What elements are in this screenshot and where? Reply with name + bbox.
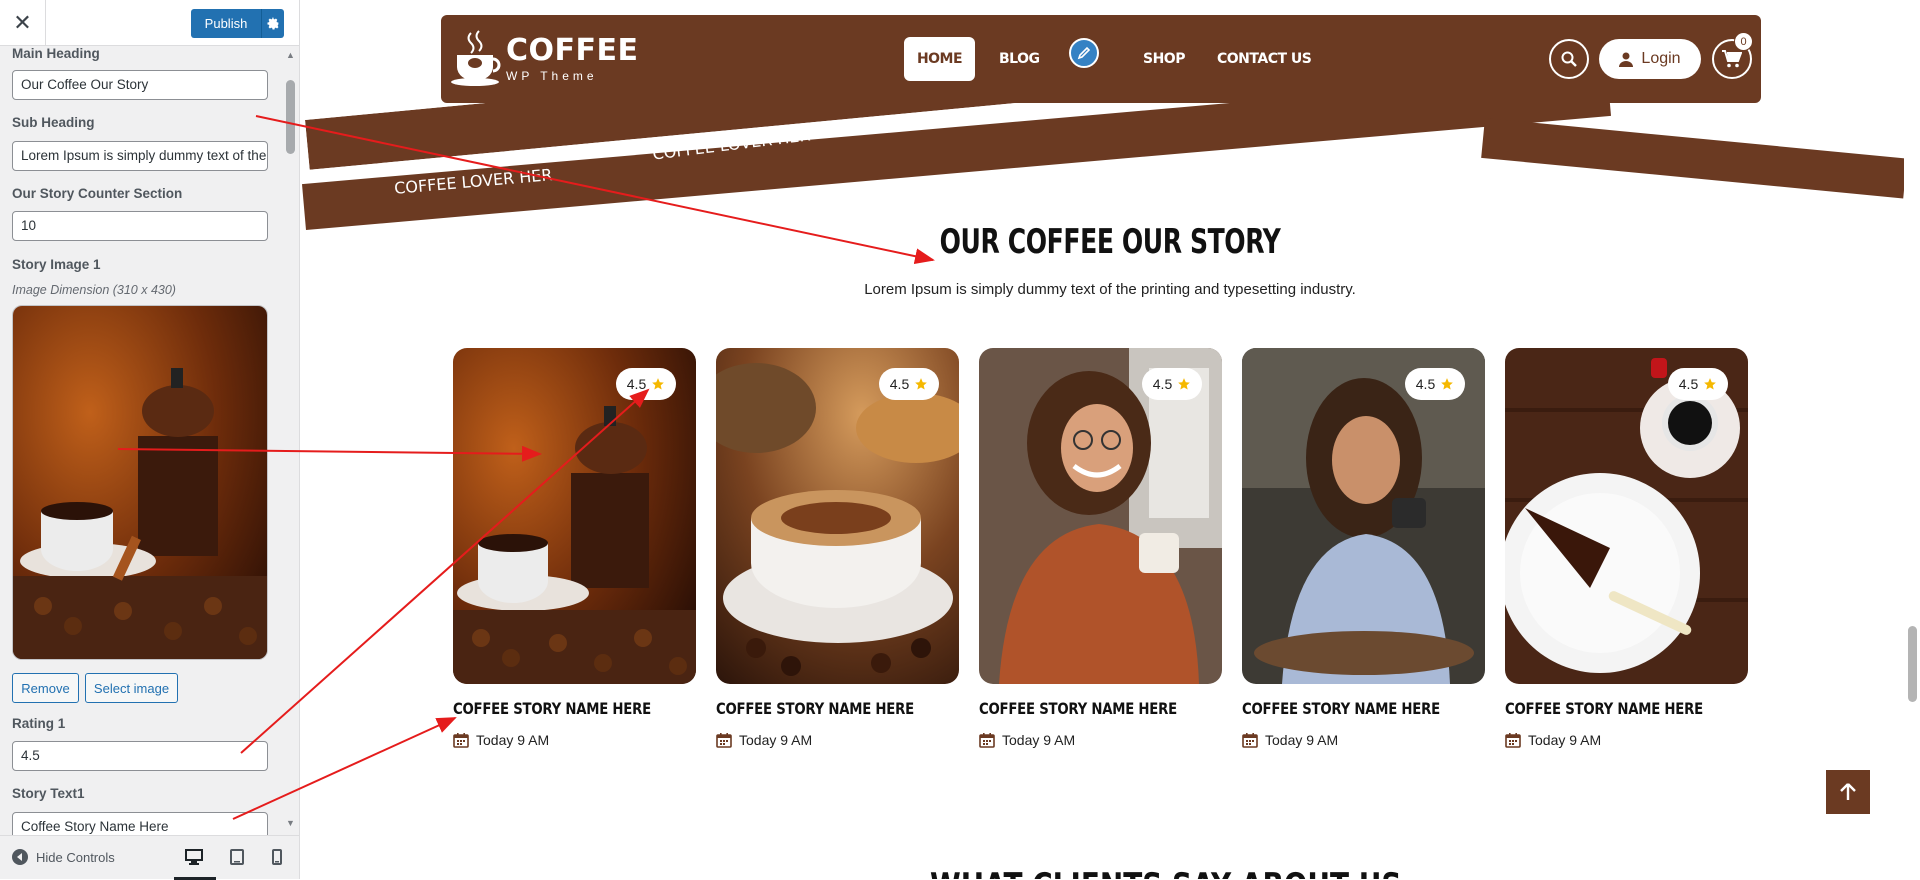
- story-card-name[interactable]: COFFEE STORY NAME HERE: [979, 699, 1177, 718]
- coffee-grinder-thumbnail: [13, 306, 267, 659]
- story-card-date: Today 9 AM: [1242, 732, 1338, 748]
- scroll-to-top-button[interactable]: [1826, 770, 1870, 814]
- scroll-down-icon[interactable]: ▼: [285, 818, 296, 828]
- calendar-icon: [716, 733, 732, 748]
- customizer-sidebar: ✕ Publish Main Heading Our Coffee Our St…: [0, 0, 300, 880]
- star-icon: [652, 378, 665, 390]
- site-logo-title[interactable]: COFFEE: [506, 33, 639, 68]
- close-customizer-button[interactable]: ✕: [0, 0, 46, 45]
- star-icon: [915, 378, 928, 390]
- search-icon[interactable]: [1549, 39, 1589, 79]
- story-card-name[interactable]: COFFEE STORY NAME HERE: [1505, 699, 1703, 718]
- date-text: Today 9 AM: [1528, 732, 1602, 748]
- preview-scrollbar-thumb[interactable]: [1908, 626, 1917, 702]
- mobile-preview-icon[interactable]: [266, 846, 288, 868]
- main-heading-input[interactable]: Our Coffee Our Story: [12, 70, 268, 100]
- story-text-1-input[interactable]: Coffee Story Name Here: [12, 812, 268, 835]
- customizer-scrollbar-thumb[interactable]: [286, 80, 295, 154]
- collapse-arrow-icon: [12, 849, 28, 865]
- desktop-preview-icon[interactable]: [183, 846, 205, 868]
- image-dimension-hint: Image Dimension (310 x 430): [12, 283, 176, 297]
- calendar-icon: [979, 733, 995, 748]
- counter-section-label: Our Story Counter Section: [12, 186, 183, 201]
- star-icon: [1441, 378, 1454, 390]
- nav-home[interactable]: HOME: [904, 37, 975, 81]
- story-card-image[interactable]: 4.5: [1242, 348, 1485, 684]
- calendar-icon: [1505, 733, 1521, 748]
- story-card-image[interactable]: 4.5: [453, 348, 696, 684]
- rating-value: 4.5: [1152, 376, 1173, 392]
- scroll-up-icon[interactable]: ▲: [285, 50, 296, 60]
- rating-value: 4.5: [626, 376, 647, 392]
- ribbon-text-3: COF: [957, 104, 988, 124]
- remove-image-button[interactable]: Remove: [12, 673, 79, 703]
- date-text: Today 9 AM: [739, 732, 813, 748]
- story-card-image[interactable]: 4.5: [1505, 348, 1748, 684]
- main-heading-label: Main Heading: [12, 46, 100, 61]
- section-title: OUR COFFEE OUR STORY: [939, 222, 1281, 262]
- story-card-name[interactable]: COFFEE STORY NAME HERE: [716, 699, 914, 718]
- star-icon: [1178, 378, 1191, 390]
- nav-contact-us[interactable]: CONTACT US: [1217, 37, 1312, 81]
- site-logo-tagline: WP Theme: [506, 69, 598, 83]
- star-icon: [1704, 378, 1717, 390]
- nav-blog[interactable]: BLOG: [999, 37, 1040, 81]
- rating-1-label: Rating 1: [12, 716, 66, 731]
- rating-badge: 4.5: [1668, 368, 1728, 400]
- site-navbar: COFFEE WP Theme HOME BLOG SHOP CONTACT U…: [441, 15, 1761, 103]
- rating-badge: 4.5: [1142, 368, 1202, 400]
- select-image-button[interactable]: Select image: [85, 673, 178, 703]
- story-card-date: Today 9 AM: [453, 732, 549, 748]
- story-text-1-label: Story Text1: [12, 786, 85, 801]
- tablet-preview-icon[interactable]: [226, 846, 248, 868]
- date-text: Today 9 AM: [476, 732, 550, 748]
- rating-1-input[interactable]: 4.5: [12, 741, 268, 771]
- rating-badge: 4.5: [1405, 368, 1465, 400]
- story-card-name[interactable]: COFFEE STORY NAME HERE: [1242, 699, 1440, 718]
- story-card-date: Today 9 AM: [979, 732, 1075, 748]
- customizer-controls: Main Heading Our Coffee Our Story Sub He…: [0, 46, 282, 835]
- rating-badge: 4.5: [879, 368, 939, 400]
- sub-heading-label: Sub Heading: [12, 115, 95, 130]
- story-image-1-label: Story Image 1: [12, 257, 101, 272]
- date-text: Today 9 AM: [1265, 732, 1339, 748]
- customizer-footer: Hide Controls: [0, 835, 299, 880]
- arrow-up-icon: [1840, 783, 1856, 800]
- hide-controls-label: Hide Controls: [36, 849, 115, 865]
- customizer-scrollbar[interactable]: ▲ ▼: [282, 46, 299, 835]
- sub-heading-input[interactable]: Lorem Ipsum is simply dummy text of the …: [12, 141, 268, 171]
- story-image-1-preview[interactable]: [12, 305, 268, 660]
- login-label: Login: [1641, 50, 1681, 67]
- story-card-date: Today 9 AM: [1505, 732, 1601, 748]
- nav-shop[interactable]: SHOP: [1143, 37, 1185, 81]
- rating-value: 4.5: [1415, 376, 1436, 392]
- user-icon: [1619, 52, 1634, 67]
- login-button[interactable]: Login: [1599, 39, 1701, 79]
- site-preview: COFFEE LOVER HER COFFEE LOVER HER COF CO…: [300, 0, 1920, 879]
- next-section-title: WHAT CLIENTS SAY ABOUT US: [930, 866, 1402, 879]
- hide-controls-button[interactable]: Hide Controls: [12, 849, 115, 865]
- date-text: Today 9 AM: [1002, 732, 1076, 748]
- counter-section-input[interactable]: 10: [12, 211, 268, 241]
- rating-badge: 4.5: [616, 368, 676, 400]
- preview-scrollbar[interactable]: [1904, 0, 1920, 879]
- publish-settings-gear-icon[interactable]: [261, 9, 284, 38]
- story-card-name[interactable]: COFFEE STORY NAME HERE: [453, 699, 651, 718]
- customizer-header: ✕ Publish: [0, 0, 299, 46]
- edit-shortcut-pencil-icon[interactable]: [1069, 38, 1099, 68]
- cart-count-badge: 0: [1734, 32, 1753, 51]
- calendar-icon: [1242, 733, 1258, 748]
- story-card-image[interactable]: 4.5: [979, 348, 1222, 684]
- story-card-date: Today 9 AM: [716, 732, 812, 748]
- publish-button[interactable]: Publish: [191, 9, 261, 38]
- coffee-cup-logo-icon: [451, 30, 501, 86]
- rating-value: 4.5: [1678, 376, 1699, 392]
- rating-value: 4.5: [889, 376, 910, 392]
- story-card-image[interactable]: 4.5: [716, 348, 959, 684]
- decorative-ribbon-right: [1481, 118, 1908, 199]
- section-subtitle: Lorem Ipsum is simply dummy text of the …: [864, 281, 1356, 298]
- calendar-icon: [453, 733, 469, 748]
